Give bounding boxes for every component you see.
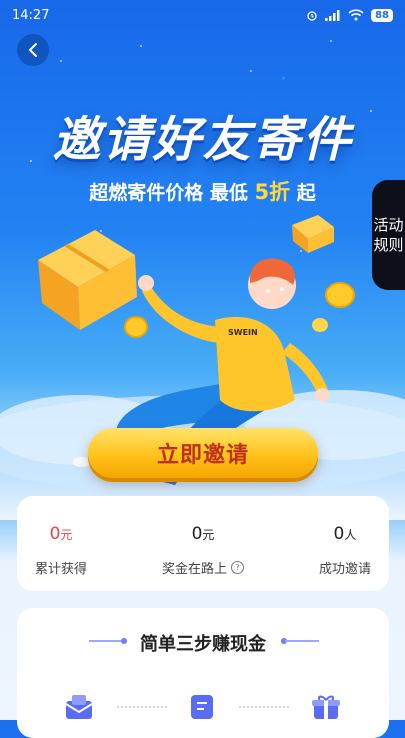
battery-indicator: 88: [371, 8, 393, 22]
back-button[interactable]: [17, 34, 49, 66]
status-time: 14:27: [12, 7, 50, 23]
svg-text:SWEIN: SWEIN: [228, 328, 258, 337]
gift-icon: [309, 690, 343, 724]
step-connector: [117, 706, 167, 708]
stat-successful-invites: 0人 成功邀请: [319, 496, 371, 591]
subtitle-prefix: 超燃寄件价格 最低: [89, 182, 255, 204]
stat-number: 0: [333, 524, 345, 544]
title-decoration-right: [281, 638, 319, 644]
subtitle-suffix: 起: [290, 182, 316, 204]
stat-label: 成功邀请: [318, 562, 371, 577]
stat-value: 0元: [192, 524, 215, 544]
stat-value: 0元: [50, 524, 73, 544]
status-bar: 14:27 88: [0, 0, 405, 30]
document-icon: [185, 690, 219, 724]
parcel-box-icon: [38, 230, 137, 330]
help-icon[interactable]: ?: [231, 561, 244, 574]
hero-title: 邀请好友寄件: [52, 112, 353, 168]
invite-now-button[interactable]: 立即邀请: [88, 428, 318, 478]
alarm-icon: [307, 11, 317, 21]
step-connector: [239, 706, 289, 708]
small-box-icon: [292, 215, 334, 253]
stat-label: 奖金在路上: [161, 562, 227, 577]
stats-card: 0元 累计获得 0元 奖金在路上? 0人 成功邀请: [17, 496, 389, 591]
stat-value: 0人: [334, 524, 357, 544]
stat-unit: 人: [344, 528, 357, 542]
stat-number: 0: [191, 524, 203, 544]
signal-icon: [325, 9, 340, 21]
hero-subtitle: 超燃寄件价格 最低 5折 起: [0, 176, 405, 206]
stat-unit: 元: [60, 528, 73, 542]
stat-unit: 元: [202, 528, 215, 542]
discount-highlight: 5折: [254, 180, 291, 204]
stat-number: 0: [49, 524, 61, 544]
steps-title: 简单三步赚现金: [140, 634, 266, 655]
stat-label-with-help: 奖金在路上?: [162, 558, 244, 577]
wifi-icon: [348, 9, 364, 21]
envelope-icon: [62, 690, 96, 724]
stat-label: 累计获得: [35, 562, 88, 577]
steps-card: 简单三步赚现金: [17, 608, 389, 738]
coin-icon: [124, 316, 148, 338]
stat-pending-bonus: 0元 奖金在路上?: [162, 496, 244, 591]
coin-icon: [325, 282, 355, 308]
coin-icon: [312, 318, 328, 332]
stat-total-earned: 0元 累计获得: [35, 496, 87, 591]
chevron-left-icon: [29, 43, 37, 57]
